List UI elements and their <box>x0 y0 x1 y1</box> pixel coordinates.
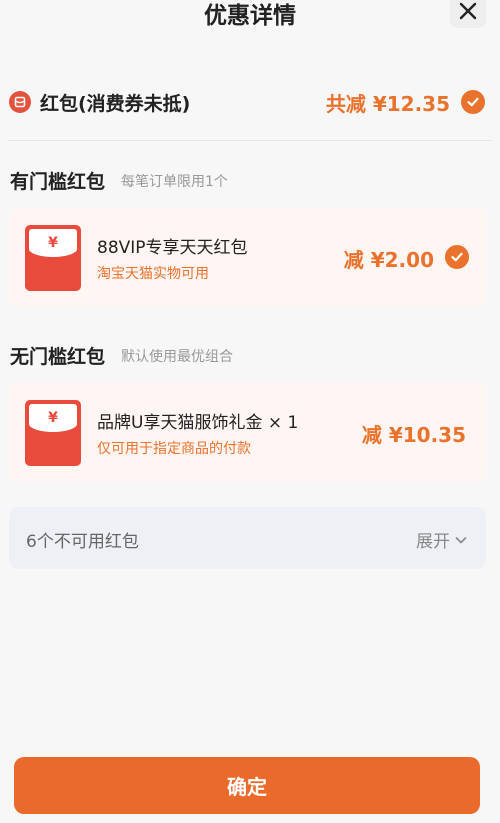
expand-label: 展开 <box>416 532 450 552</box>
threshold-section-subtitle: 每笔订单限用1个 <box>121 174 228 190</box>
card-amount: 减 ¥10.35 <box>361 423 466 447</box>
expand-button[interactable]: 展开 <box>416 527 468 552</box>
close-icon[interactable] <box>458 1 478 21</box>
summary-check-icon[interactable] <box>461 90 485 114</box>
card-desc: 仅可用于指定商品的付款 <box>97 441 251 457</box>
red-packet-card-88vip[interactable]: ¥ 88VIP专享天天红包 淘宝天猫实物可用 减 ¥2.00 <box>9 208 486 306</box>
no-threshold-section-subtitle: 默认使用最优组合 <box>121 349 233 365</box>
card-amount: 减 ¥2.00 <box>343 248 434 272</box>
yuan-symbol: ¥ <box>29 229 77 257</box>
page-title: 优惠详情 <box>204 3 296 29</box>
unavailable-label: 6个不可用红包 <box>26 532 139 552</box>
red-envelope-icon: ¥ <box>25 225 81 291</box>
red-packet-card-brand[interactable]: ¥ 品牌U享天猫服饰礼金 × 1 仅可用于指定商品的付款 减 ¥10.35 <box>9 383 486 481</box>
red-packet-summary[interactable]: 红包(消费券未抵) 共减 ¥12.35 <box>0 82 500 122</box>
red-envelope-icon: ¥ <box>25 400 81 466</box>
close-button[interactable] <box>450 0 486 28</box>
unavailable-red-packets[interactable]: 6个不可用红包 展开 <box>9 507 486 569</box>
red-packet-icon <box>9 91 31 113</box>
card-check-icon[interactable] <box>445 245 469 269</box>
card-name: 88VIP专享天天红包 <box>97 238 248 258</box>
threshold-section-title: 有门槛红包 <box>10 171 106 193</box>
divider <box>8 140 492 141</box>
yuan-symbol: ¥ <box>29 404 77 432</box>
chevron-down-icon <box>455 536 467 543</box>
confirm-button[interactable]: 确定 <box>14 757 480 814</box>
card-desc: 淘宝天猫实物可用 <box>97 266 209 282</box>
summary-total: 共减 ¥12.35 <box>325 92 450 116</box>
summary-label: 红包(消费券未抵) <box>40 93 191 115</box>
card-name: 品牌U享天猫服饰礼金 × 1 <box>97 413 299 433</box>
no-threshold-section-title: 无门槛红包 <box>10 346 106 368</box>
header: 优惠详情 <box>0 0 500 36</box>
